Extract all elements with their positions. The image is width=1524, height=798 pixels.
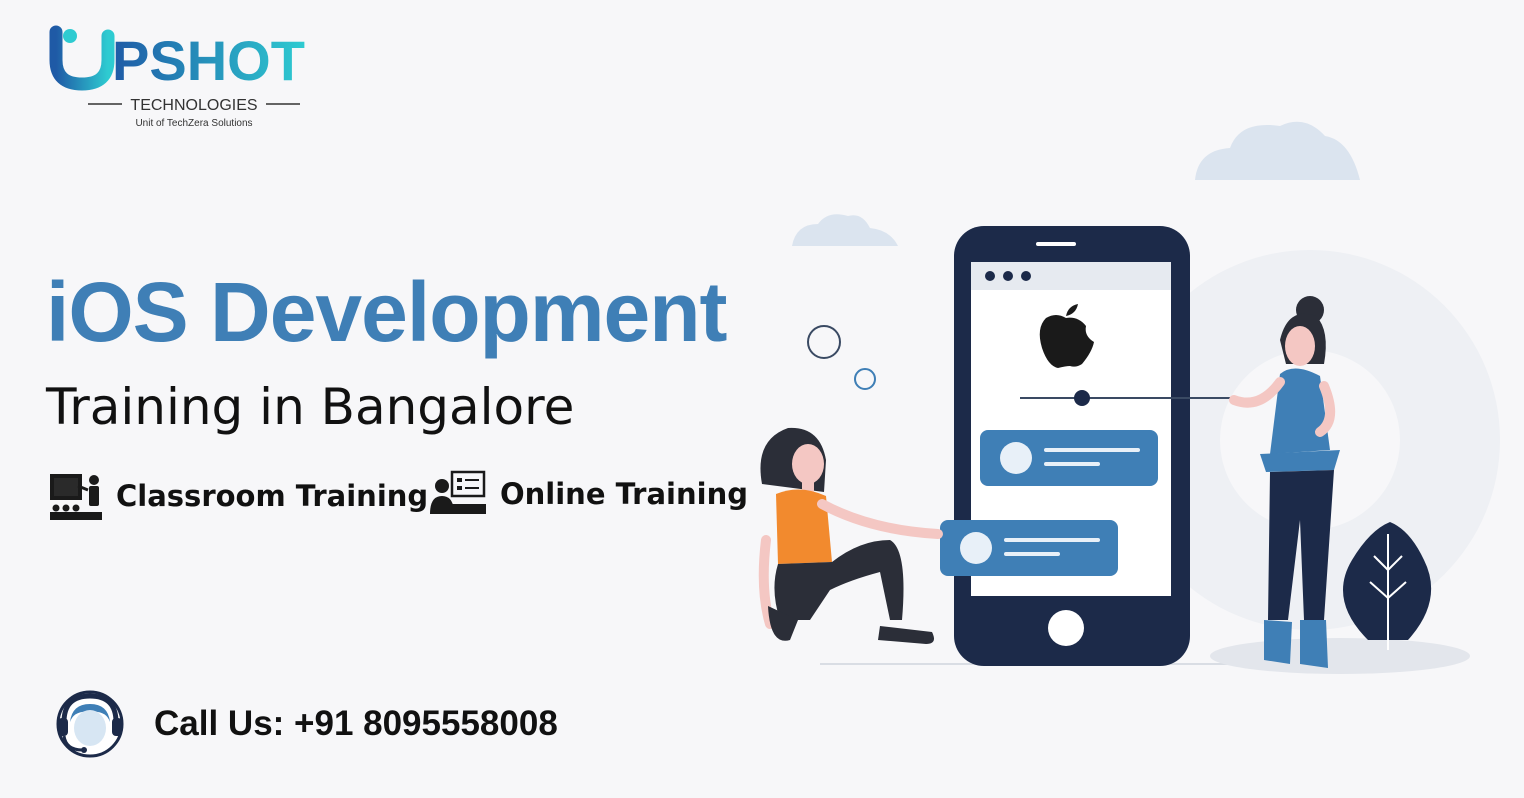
brand-logo[interactable]: PSHOT TECHNOLOGIES Unit of TechZera Solu… <box>48 22 348 132</box>
online-training-item: Online Training <box>430 470 748 518</box>
support-headset-icon <box>56 690 124 758</box>
hero-title: iOS Development <box>46 265 728 359</box>
call-us-label[interactable]: Call Us: +91 8095558008 <box>154 704 558 744</box>
ios-illustration <box>740 120 1520 680</box>
classroom-training-label: Classroom Training <box>116 479 429 513</box>
hero-subtitle: Training in Bangalore <box>46 378 575 436</box>
online-training-icon <box>430 470 486 514</box>
logo-subtitle: TECHNOLOGIES <box>130 97 257 114</box>
logo-tagline: Unit of TechZera Solutions <box>135 118 252 129</box>
upshot-logo-mark: PSHOT TECHNOLOGIES Unit of TechZera Solu… <box>49 25 305 129</box>
classroom-icon <box>50 474 102 520</box>
online-training-label: Online Training <box>500 477 748 511</box>
call-us[interactable]: Call Us: +91 8095558008 <box>50 688 558 760</box>
cloud-icon <box>792 214 898 246</box>
woman-kneeling-illustration <box>758 427 943 644</box>
classroom-training-item: Classroom Training <box>48 470 428 522</box>
logo-text: PSHOT <box>112 29 305 92</box>
cloud-icon <box>1195 121 1360 180</box>
